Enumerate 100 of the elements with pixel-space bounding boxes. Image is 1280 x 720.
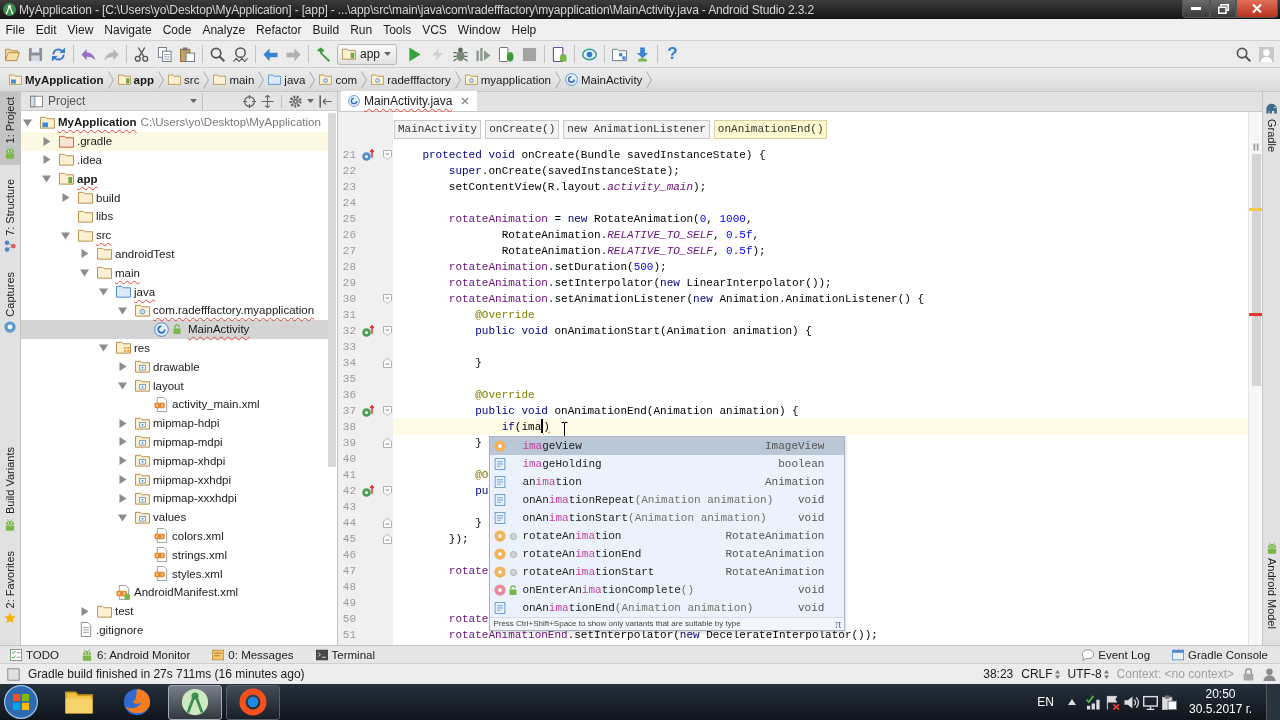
show-desktop-button[interactable] <box>1266 684 1280 720</box>
clipboard-icon[interactable] <box>180 46 195 62</box>
tree-arrow-icon[interactable] <box>79 249 89 259</box>
tree-item[interactable]: values <box>21 507 328 527</box>
tree-item[interactable]: com.radefffactory.myapplication <box>21 300 328 320</box>
breadcrumb[interactable]: onAnimationEnd() <box>713 120 828 139</box>
inspection-icon[interactable] <box>1252 143 1260 151</box>
open-folder-icon[interactable] <box>5 46 20 62</box>
implement-marker-icon[interactable] <box>362 325 374 337</box>
tree-arrow-icon[interactable] <box>41 136 51 146</box>
tree-item[interactable]: drawable <box>21 357 328 377</box>
completion-item[interactable]: rotateAnimationStart RotateAnimation <box>490 563 845 581</box>
tool-window-button[interactable]: Gradle Console <box>1168 648 1272 661</box>
tool-window-button[interactable]: Gradle <box>1263 98 1280 159</box>
collapse-icon[interactable] <box>261 94 274 108</box>
crosshair-icon[interactable] <box>243 94 256 108</box>
tree-arrow-icon[interactable] <box>117 418 127 428</box>
menu-item[interactable]: Refactor <box>250 22 307 37</box>
tool-window-button[interactable]: Terminal <box>311 648 380 661</box>
close-icon[interactable] <box>461 97 470 105</box>
menu-item[interactable]: Run <box>344 22 378 37</box>
tree-item[interactable]: app <box>21 169 328 189</box>
nav-crumb[interactable]: MainActivity <box>564 73 647 86</box>
hammer-icon[interactable] <box>316 46 331 62</box>
fold-icon[interactable] <box>383 438 392 448</box>
language-indicator[interactable]: EN <box>1037 695 1055 709</box>
menu-item[interactable]: File <box>0 22 31 37</box>
menu-item[interactable]: View <box>62 22 99 37</box>
nav-crumb[interactable]: main <box>212 73 259 86</box>
menu-item[interactable]: Build <box>306 22 345 37</box>
phone-icon[interactable] <box>552 46 568 62</box>
tree-item[interactable]: libs <box>21 207 328 226</box>
run-config-dropdown[interactable]: app <box>337 43 398 65</box>
tree-item[interactable]: MainActivity <box>21 319 328 339</box>
menu-item[interactable]: Tools <box>377 22 417 37</box>
profiler-icon[interactable] <box>476 46 492 62</box>
tree-item[interactable]: colors.xml <box>21 526 328 546</box>
menu-item[interactable]: Analyze <box>196 22 251 37</box>
tree-arrow-icon[interactable] <box>117 512 127 522</box>
menu-item[interactable]: Navigate <box>98 22 158 37</box>
tool-window-button[interactable]: Build Variants <box>0 442 20 537</box>
download-icon[interactable] <box>635 46 651 62</box>
scrollbar-thumb[interactable] <box>328 113 336 467</box>
tree-item[interactable]: src <box>21 225 328 245</box>
tree-arrow-icon[interactable] <box>79 606 89 616</box>
tree-arrow-icon[interactable] <box>60 230 70 240</box>
monitor-icon[interactable] <box>1143 694 1159 710</box>
tree-arrow-icon[interactable] <box>117 362 127 372</box>
search-icon[interactable] <box>210 46 225 62</box>
menu-item[interactable]: Code <box>157 22 197 37</box>
back-arrow-icon[interactable] <box>263 46 278 62</box>
completion-item[interactable]: rotateAnimationEnd RotateAnimation <box>490 545 845 563</box>
tree-arrow-icon[interactable] <box>117 381 127 391</box>
breadcrumb[interactable]: MainActivity <box>394 120 482 139</box>
tree-arrow-icon[interactable] <box>117 305 127 315</box>
tree-arrow-icon[interactable] <box>60 193 70 203</box>
bug-icon[interactable] <box>453 46 469 62</box>
network-icon[interactable] <box>1086 694 1102 710</box>
tree-item[interactable]: build <box>21 188 328 207</box>
completion-item[interactable]: animation Animation <box>490 473 845 491</box>
tool-window-button[interactable]: 6: Android Monitor <box>77 648 195 661</box>
tool-window-button[interactable]: Captures <box>0 267 20 339</box>
override-marker-icon[interactable] <box>362 149 374 161</box>
tree-arrow-icon[interactable] <box>117 437 127 447</box>
tree-item[interactable]: mipmap-hdpi <box>21 413 328 433</box>
menu-item[interactable]: Window <box>452 22 507 37</box>
tree-item[interactable]: main <box>21 263 328 283</box>
fold-icon[interactable] <box>383 534 392 544</box>
completion-item[interactable]: onAnimationEnd(Animation animation) void <box>490 599 845 617</box>
tree-arrow-icon[interactable] <box>41 155 51 165</box>
tree-item[interactable]: res <box>21 338 328 358</box>
tree-arrow-icon[interactable] <box>117 475 127 485</box>
fold-icon[interactable] <box>383 150 392 160</box>
fold-icon[interactable] <box>383 518 392 528</box>
tree-item[interactable]: mipmap-xxxhdpi <box>21 488 328 508</box>
tree-item[interactable]: androidTest <box>21 244 328 264</box>
tool-window-button[interactable]: TODO <box>6 648 63 661</box>
completion-item[interactable]: onAnimationStart(Animation animation) void <box>490 509 845 527</box>
caret-icon[interactable] <box>384 52 392 56</box>
flag-icon[interactable] <box>1105 694 1121 710</box>
undo-icon[interactable] <box>81 46 96 62</box>
tool-window-button[interactable]: Android Model <box>1263 537 1280 635</box>
completion-item[interactable]: rotateAnimation RotateAnimation <box>490 527 845 545</box>
tree-item[interactable]: mipmap-xhdpi <box>21 451 328 471</box>
phone-bug-icon[interactable] <box>499 46 515 62</box>
pi-button[interactable]: π <box>835 618 842 630</box>
scissors-icon[interactable] <box>134 46 149 62</box>
copy-icon[interactable] <box>157 46 172 62</box>
nav-crumb[interactable]: src <box>167 73 204 86</box>
encoding-button[interactable]: UTF-8 <box>1067 667 1109 681</box>
menu-item[interactable]: Edit <box>30 22 63 37</box>
help-button[interactable]: ? <box>667 45 678 63</box>
completion-item[interactable]: onEnterAnimationComplete() void <box>490 581 845 599</box>
nav-crumb[interactable]: myapplication <box>463 73 555 86</box>
completion-item[interactable]: imageView ImageView <box>490 437 845 455</box>
hide-panel-icon[interactable] <box>319 94 332 108</box>
lock-icon[interactable] <box>1242 667 1255 681</box>
completion-item[interactable]: onAnimationRepeat(Animation animation) void <box>490 491 845 509</box>
taskbar-button[interactable] <box>168 684 222 720</box>
caret-icon[interactable] <box>190 99 197 103</box>
